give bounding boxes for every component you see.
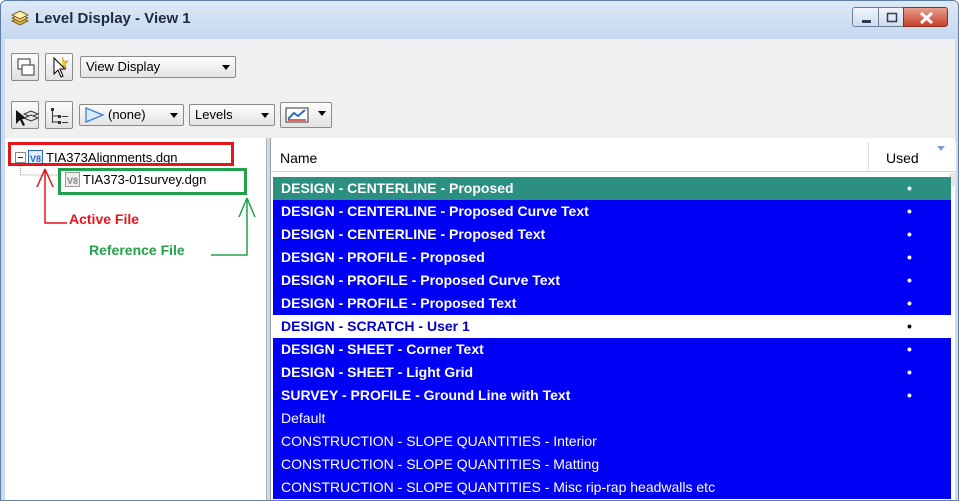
level-row[interactable]: CONSTRUCTION - SLOPE QUANTITIES - Interi… [273, 430, 951, 453]
used-indicator: • [907, 318, 912, 334]
column-separator[interactable] [868, 142, 869, 172]
level-row[interactable]: DESIGN - PROFILE - Proposed Text • [273, 292, 951, 315]
level-row[interactable]: CONSTRUCTION - SLOPE QUANTITIES - Mattin… [273, 453, 951, 476]
sort-descending-icon [937, 146, 945, 151]
level-name: CONSTRUCTION - SLOPE QUANTITIES - Misc r… [281, 479, 716, 495]
used-indicator: • [907, 387, 912, 403]
close-button[interactable] [903, 7, 948, 27]
level-row[interactable]: DESIGN - CENTERLINE - Proposed Text • [273, 223, 951, 246]
used-indicator: • [907, 249, 912, 265]
level-display-window: Level Display - View 1 View Display (non… [0, 0, 959, 501]
maximize-button[interactable] [878, 7, 904, 27]
used-indicator: • [907, 341, 912, 357]
levels-list-pane: Name Used DESIGN - CENTERLINE - Proposed… [270, 138, 956, 500]
used-indicator: • [907, 364, 912, 380]
level-name: DESIGN - CENTERLINE - Proposed Text [281, 226, 546, 242]
levels-list: DESIGN - CENTERLINE - Proposed • DESIGN - … [273, 177, 951, 499]
used-indicator: • [907, 295, 912, 311]
level-row[interactable]: SURVEY - PROFILE - Ground Line with Text… [273, 384, 951, 407]
close-icon [919, 11, 934, 25]
level-row[interactable]: DESIGN - PROFILE - Proposed Curve Text • [273, 269, 951, 292]
column-header-used[interactable]: Used [886, 150, 919, 166]
level-name: CONSTRUCTION - SLOPE QUANTITIES - Mattin… [281, 456, 600, 472]
level-name: DESIGN - SCRATCH - User 1 [281, 318, 470, 334]
level-row[interactable]: CONSTRUCTION - SLOPE QUANTITIES - Misc r… [273, 476, 951, 499]
level-row[interactable]: DESIGN - SHEET - Corner Text • [273, 338, 951, 361]
used-indicator: • [907, 272, 912, 288]
level-name: DESIGN - SHEET - Light Grid [281, 364, 474, 380]
level-name: Default [281, 410, 326, 426]
level-row[interactable]: Default [273, 407, 951, 430]
level-row[interactable]: DESIGN - PROFILE - Proposed • [273, 246, 951, 269]
list-header: Name Used [271, 142, 956, 172]
level-name: DESIGN - CENTERLINE - Proposed Curve Tex… [281, 203, 589, 219]
minimize-button[interactable] [852, 7, 879, 27]
chevron-down-icon [318, 111, 326, 116]
reference-file-annotation: Reference File [89, 242, 185, 258]
minimize-icon [862, 20, 871, 23]
reference-file-arrow [211, 197, 256, 256]
level-row[interactable]: DESIGN - SCRATCH - User 1 • [273, 315, 951, 338]
level-row[interactable]: DESIGN - SHEET - Light Grid • [273, 361, 951, 384]
level-name: DESIGN - PROFILE - Proposed Curve Text [281, 272, 561, 288]
used-indicator: • [907, 226, 912, 242]
annotation-arrows [36, 168, 256, 256]
level-name: DESIGN - SHEET - Corner Text [281, 341, 484, 357]
maximize-icon [886, 12, 898, 23]
level-name: SURVEY - PROFILE - Ground Line with Text [281, 387, 571, 403]
level-row[interactable]: DESIGN - CENTERLINE - Proposed Curve Tex… [273, 200, 951, 223]
level-row[interactable]: DESIGN - CENTERLINE - Proposed • [273, 177, 951, 200]
level-name: DESIGN - CENTERLINE - Proposed [281, 180, 514, 196]
used-indicator: • [907, 203, 912, 219]
used-indicator: • [907, 180, 912, 196]
active-file-annotation: Active File [69, 211, 140, 227]
level-name: DESIGN - PROFILE - Proposed [281, 249, 485, 265]
level-name: CONSTRUCTION - SLOPE QUANTITIES - Interi… [281, 433, 597, 449]
active-file-arrow [36, 168, 67, 224]
level-name: DESIGN - PROFILE - Proposed Text [281, 295, 517, 311]
